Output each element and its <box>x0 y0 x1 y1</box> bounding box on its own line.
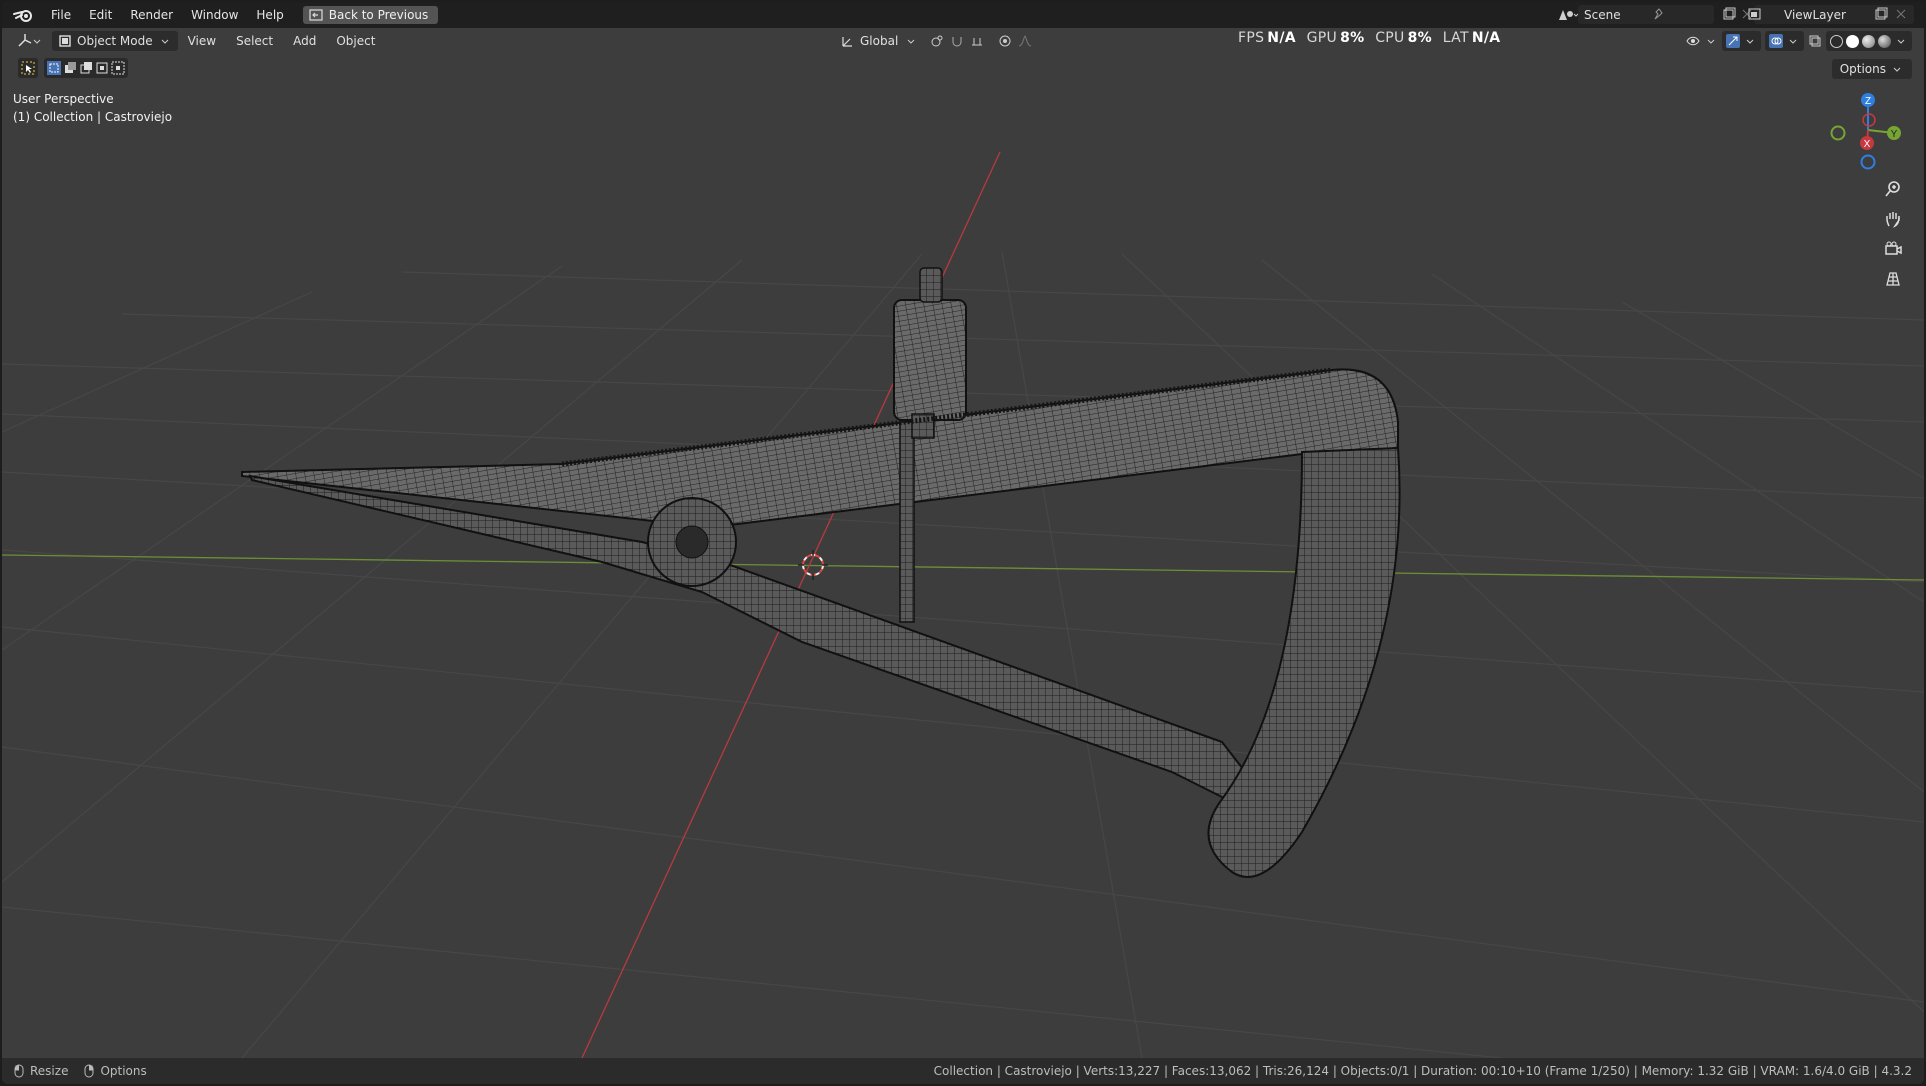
pin-icon[interactable] <box>1652 7 1666 21</box>
gpu-label: GPU <box>1306 30 1338 46</box>
overlays-icon <box>1769 34 1783 48</box>
scene-name: Scene <box>1584 7 1621 22</box>
menu-file[interactable]: File <box>42 4 80 26</box>
scene-selector-icon[interactable] <box>1555 6 1579 24</box>
fps-label: FPS <box>1238 30 1265 46</box>
transform-orientation-dropdown[interactable]: Global <box>840 31 1032 51</box>
visibility-icon[interactable] <box>1686 34 1700 48</box>
cpu-value: 8% <box>1407 30 1432 46</box>
hand-icon <box>1886 212 1900 228</box>
viewport-display-tools <box>1686 31 1912 51</box>
resize-hint: Resize <box>12 1064 68 1078</box>
camera-icon <box>1885 241 1902 255</box>
delete-view-layer-icon[interactable] <box>1894 7 1908 21</box>
active-collection-label: (1) Collection | Castroviejo <box>13 110 173 124</box>
menu-window[interactable]: Window <box>182 4 247 26</box>
y-axis-label: Y <box>1891 129 1898 140</box>
chevron-down-icon <box>161 39 168 44</box>
material-shading-icon[interactable] <box>1862 34 1875 48</box>
chevron-down-icon <box>1789 39 1797 44</box>
gpu-value: 8% <box>1340 30 1365 46</box>
chevron-down-icon <box>1897 39 1905 44</box>
lat-label: LAT <box>1442 30 1469 46</box>
xray-icon[interactable] <box>1808 34 1822 48</box>
wireframe-shading-icon[interactable] <box>1830 34 1843 48</box>
menu-render[interactable]: Render <box>121 4 182 26</box>
camera-view-button[interactable] <box>1880 236 1906 262</box>
solid-shading-icon[interactable] <box>1846 34 1859 48</box>
rendered-shading-icon[interactable] <box>1878 34 1891 48</box>
back-to-previous-button[interactable]: Back to Previous <box>302 6 439 24</box>
neg-y-axis-handle[interactable] <box>1830 125 1846 141</box>
z-axis-label: Z <box>1865 96 1871 107</box>
top-menu-bar: File Edit Render Window Help Back to Pre… <box>2 2 1924 28</box>
new-view-layer-icon[interactable] <box>1874 7 1888 21</box>
object-mode-label: Object Mode <box>77 34 153 48</box>
object-mode-icon <box>59 35 71 47</box>
shading-modes[interactable] <box>1826 31 1912 51</box>
zoom-view-button[interactable] <box>1880 176 1906 202</box>
scene-name-field[interactable]: Scene <box>1578 5 1752 24</box>
neg-z-axis-handle[interactable] <box>1860 154 1876 170</box>
lat-value: N/A <box>1471 30 1501 46</box>
view-perspective-label: User Perspective <box>13 92 114 106</box>
menu-help[interactable]: Help <box>247 4 292 26</box>
viewport-info-overlay: User Perspective (1) Collection | Castro… <box>13 90 172 126</box>
viewport-header: Object Mode View Select Add Object Globa… <box>2 28 1924 54</box>
status-bar: Resize Options Collection | Castroviejo … <box>2 1058 1924 1084</box>
chevron-down-icon[interactable] <box>1704 34 1718 48</box>
menu-add[interactable]: Add <box>283 34 326 48</box>
ortho-toggle-button[interactable] <box>1880 266 1906 292</box>
snap-icon[interactable] <box>950 34 964 48</box>
back-button-label: Back to Previous <box>328 8 429 22</box>
chevron-down-icon <box>1746 39 1754 44</box>
pivot-point-icon[interactable] <box>930 34 944 48</box>
x-axis-label: X <box>1864 139 1871 150</box>
options-hint: Options <box>82 1064 147 1078</box>
navigation-gizmo[interactable]: Z Y X <box>1828 90 1908 170</box>
view-layer-icon[interactable] <box>1748 7 1762 21</box>
3d-viewport[interactable] <box>2 54 1924 1058</box>
performance-stats: FPS N/A GPU 8% CPU 8% LAT N/A <box>1238 30 1506 46</box>
gizmo-toggle[interactable] <box>1722 31 1761 51</box>
mouse-right-icon <box>84 1064 94 1078</box>
resize-label: Resize <box>30 1064 69 1078</box>
blender-logo-icon[interactable] <box>12 6 36 24</box>
editor-type-icon[interactable] <box>16 32 42 50</box>
gizmo-icon <box>1726 34 1740 48</box>
fps-value: N/A <box>1267 30 1296 46</box>
view-layer-field[interactable]: ViewLayer <box>1748 5 1914 24</box>
view-layer-name: ViewLayer <box>1784 7 1846 22</box>
orientation-label: Global <box>860 34 899 48</box>
mouse-left-icon <box>14 1064 24 1078</box>
snap-target-icon[interactable] <box>970 34 984 48</box>
menu-object[interactable]: Object <box>326 34 385 48</box>
menu-edit[interactable]: Edit <box>80 4 121 26</box>
options-hint-label: Options <box>100 1064 147 1078</box>
menu-select[interactable]: Select <box>226 34 283 48</box>
new-scene-icon[interactable] <box>1722 7 1736 21</box>
chevron-down-icon <box>907 39 915 44</box>
menu-view[interactable]: View <box>178 34 226 48</box>
falloff-icon[interactable] <box>1018 34 1032 48</box>
orientation-icon <box>842 37 852 47</box>
back-icon <box>309 9 323 21</box>
object-mode-dropdown[interactable]: Object Mode <box>52 31 178 51</box>
zoom-icon <box>1885 181 1900 197</box>
proportional-editing-icon[interactable] <box>998 34 1012 48</box>
grid-icon <box>1886 272 1900 286</box>
cpu-label: CPU <box>1375 30 1405 46</box>
pan-view-button[interactable] <box>1880 206 1906 232</box>
scene-statistics: Collection | Castroviejo | Verts:13,227 … <box>933 1064 1912 1078</box>
y-axis-line <box>2 554 1924 581</box>
overlays-toggle[interactable] <box>1765 31 1804 51</box>
blender-window: File Edit Render Window Help Back to Pre… <box>2 2 1924 1084</box>
